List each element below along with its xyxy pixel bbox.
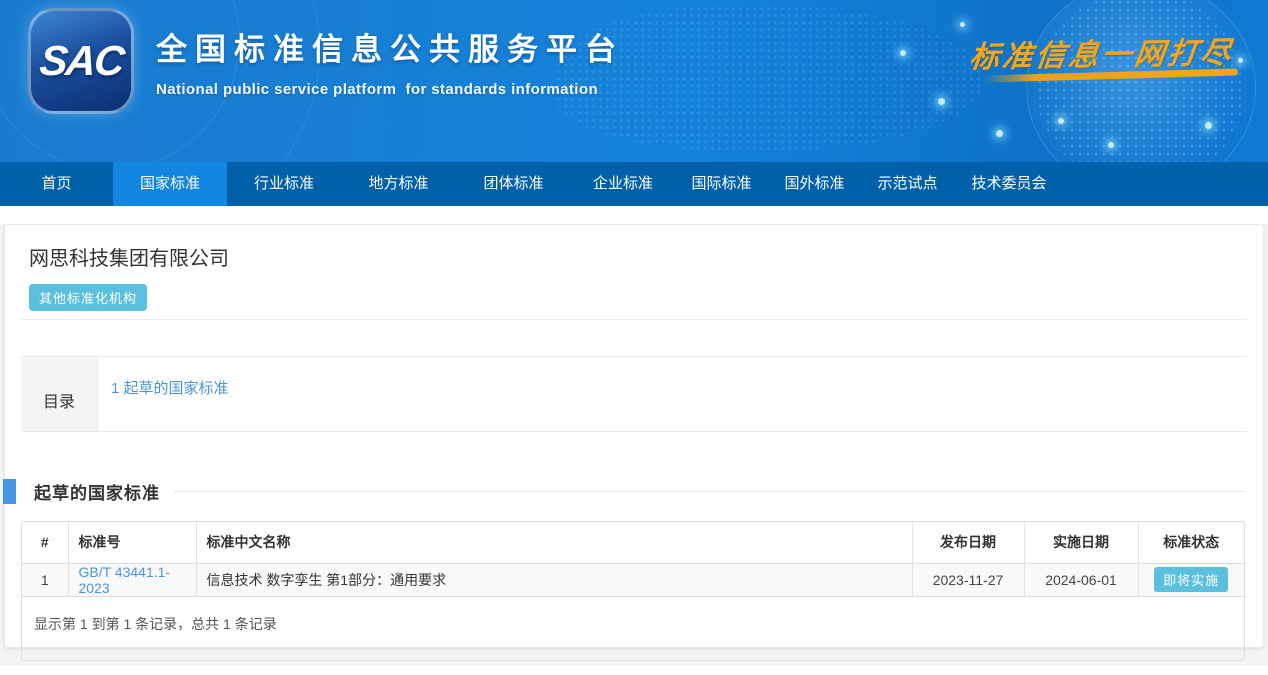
record-summary: 显示第 1 到第 1 条记录，总共 1 条记录 bbox=[22, 597, 1244, 660]
col-header-chinese-name: 标准中文名称 bbox=[196, 522, 912, 563]
org-divider bbox=[21, 319, 1247, 320]
org-header: 网思科技集团有限公司 其他标准化机构 bbox=[29, 242, 1247, 311]
site-header: SAC 全国标准信息公共服务平台 National public service… bbox=[0, 0, 1268, 162]
cell-index: 1 bbox=[22, 563, 68, 596]
cell-implement-date: 2024-06-01 bbox=[1024, 563, 1138, 596]
standards-table: # 标准号 标准中文名称 发布日期 实施日期 标准状态 1 GB/T 43441… bbox=[22, 522, 1244, 597]
page-body: 网思科技集团有限公司 其他标准化机构 目录 1 起草的国家标准 起草的国家标准 … bbox=[0, 224, 1268, 666]
cell-status: 即将实施 bbox=[1138, 563, 1244, 596]
col-header-status: 标准状态 bbox=[1138, 522, 1244, 563]
table-row: 1 GB/T 43441.1-2023 信息技术 数字孪生 第1部分：通用要求 … bbox=[22, 563, 1244, 596]
status-badge: 即将实施 bbox=[1154, 567, 1228, 592]
nav-item-local-standards[interactable]: 地方标准 bbox=[341, 162, 456, 206]
main-nav-list: 首页 国家标准 行业标准 地方标准 团体标准 企业标准 国际标准 国外标准 示范… bbox=[0, 162, 1268, 206]
col-header-standard-no: 标准号 bbox=[68, 522, 196, 563]
org-type-badge: 其他标准化机构 bbox=[29, 284, 147, 311]
catalog-box: 目录 1 起草的国家标准 bbox=[21, 356, 1247, 432]
sac-logo-text: SAC bbox=[37, 37, 125, 85]
globe-dot-grid bbox=[1036, 0, 1246, 162]
decor-dot bbox=[1238, 58, 1243, 63]
decor-dot bbox=[1108, 142, 1114, 148]
table-body: 1 GB/T 43441.1-2023 信息技术 数字孪生 第1部分：通用要求 … bbox=[22, 563, 1244, 596]
nav-item-home[interactable]: 首页 bbox=[0, 162, 113, 206]
org-name: 网思科技集团有限公司 bbox=[29, 242, 1247, 271]
nav-item-industry-standards[interactable]: 行业标准 bbox=[227, 162, 341, 206]
catalog-link-drafted-standards[interactable]: 1 起草的国家标准 bbox=[111, 380, 229, 397]
catalog-label: 目录 bbox=[21, 357, 98, 431]
main-nav: 首页 国家标准 行业标准 地方标准 团体标准 企业标准 国际标准 国外标准 示范… bbox=[0, 162, 1268, 206]
nav-item-foreign-standards[interactable]: 国外标准 bbox=[768, 162, 861, 206]
site-title: 全国标准信息公共服务平台 bbox=[156, 24, 624, 69]
col-header-implement-date: 实施日期 bbox=[1024, 522, 1138, 563]
nav-item-national-standards[interactable]: 国家标准 bbox=[113, 162, 227, 206]
col-header-publish-date: 发布日期 bbox=[912, 522, 1024, 563]
nav-item-international-standards[interactable]: 国际标准 bbox=[675, 162, 768, 206]
site-subtitle: National public service platform for sta… bbox=[156, 81, 624, 98]
cell-chinese-name: 信息技术 数字孪生 第1部分：通用要求 bbox=[196, 563, 912, 596]
sac-logo[interactable]: SAC bbox=[28, 8, 134, 114]
decor-dot bbox=[1058, 118, 1064, 124]
section-header: 起草的国家标准 bbox=[5, 478, 1245, 504]
nav-item-enterprise-standards[interactable]: 企业标准 bbox=[571, 162, 675, 206]
standard-no-link[interactable]: GB/T 43441.1-2023 bbox=[79, 564, 171, 596]
decor-dot bbox=[900, 50, 906, 56]
decor-dot bbox=[960, 22, 965, 27]
col-header-index: # bbox=[22, 522, 68, 563]
catalog-links: 1 起草的国家标准 bbox=[98, 357, 1247, 431]
cell-standard-no: GB/T 43441.1-2023 bbox=[68, 563, 196, 596]
nav-item-group-standards[interactable]: 团体标准 bbox=[456, 162, 571, 206]
section-rule bbox=[174, 491, 1245, 492]
standards-table-container: # 标准号 标准中文名称 发布日期 实施日期 标准状态 1 GB/T 43441… bbox=[21, 521, 1245, 661]
table-header: # 标准号 标准中文名称 发布日期 实施日期 标准状态 bbox=[22, 522, 1244, 563]
decor-dot bbox=[938, 98, 945, 105]
site-title-block: 全国标准信息公共服务平台 National public service pla… bbox=[156, 24, 624, 98]
table-header-row: # 标准号 标准中文名称 发布日期 实施日期 标准状态 bbox=[22, 522, 1244, 563]
decor-dot bbox=[1205, 122, 1212, 129]
section-title: 起草的国家标准 bbox=[34, 479, 160, 504]
section-marker bbox=[3, 479, 16, 504]
nav-item-pilot-programs[interactable]: 示范试点 bbox=[861, 162, 954, 206]
cell-publish-date: 2023-11-27 bbox=[912, 563, 1024, 596]
nav-item-technical-committees[interactable]: 技术委员会 bbox=[954, 162, 1064, 206]
decor-dot bbox=[996, 130, 1003, 137]
content-card: 网思科技集团有限公司 其他标准化机构 目录 1 起草的国家标准 起草的国家标准 … bbox=[4, 224, 1264, 648]
